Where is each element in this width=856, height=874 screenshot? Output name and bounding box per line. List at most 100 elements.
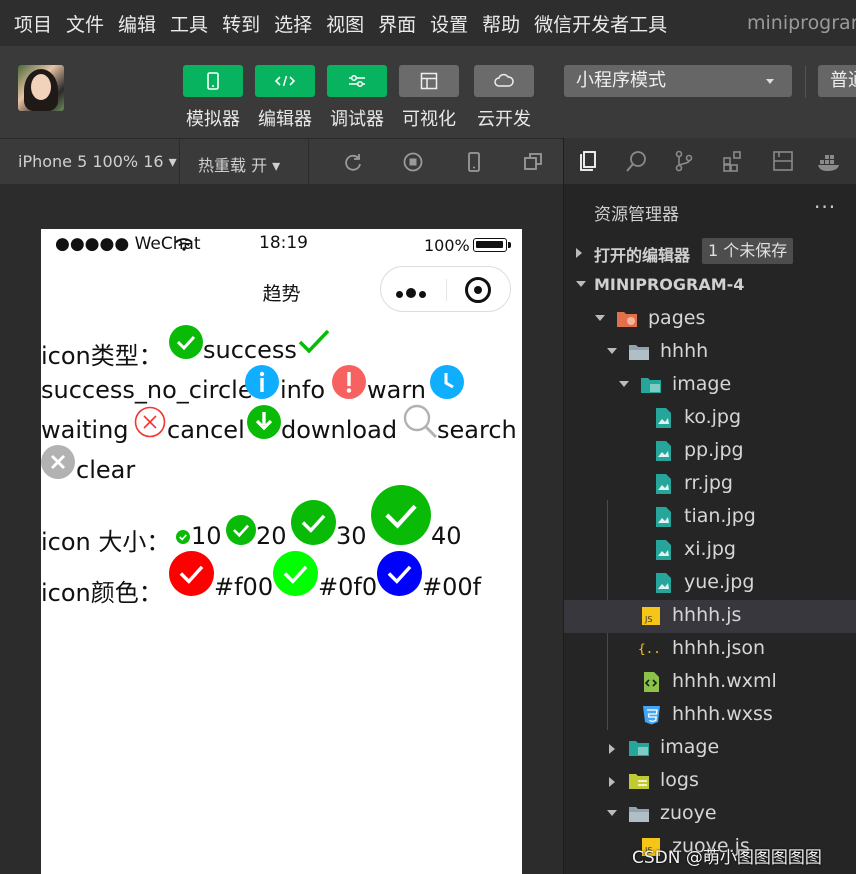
code-icon xyxy=(274,75,296,87)
toolbar-button-cloud[interactable] xyxy=(474,65,534,97)
svg-text:{..}: {..} xyxy=(638,641,660,656)
toolbar-button-debugger[interactable] xyxy=(327,65,387,97)
docker-icon[interactable] xyxy=(817,149,841,173)
status-time: 18:19 xyxy=(259,233,308,253)
devtools-window: 项目 文件 编辑 工具 转到 选择 视图 界面 设置 帮助 微信开发者工具 mi… xyxy=(0,0,856,874)
tree-item-hhhh[interactable]: hhhh xyxy=(564,336,856,369)
activity-bar xyxy=(564,138,856,184)
tree-item-ko-jpg[interactable]: ko.jpg xyxy=(564,402,856,435)
chevron-down-icon xyxy=(607,810,617,816)
toolbar-button-simulator[interactable] xyxy=(183,65,243,97)
editor-toggle[interactable]: 编辑器 xyxy=(255,65,315,131)
extensions-icon[interactable] xyxy=(721,149,745,173)
compile-select[interactable]: 普通编译 xyxy=(818,65,856,97)
json-file-icon: {..} xyxy=(638,641,660,656)
close-miniprogram-icon[interactable] xyxy=(465,277,491,303)
battery-percent: 100% xyxy=(424,236,470,255)
source-control-icon[interactable] xyxy=(672,149,696,173)
type-success: success xyxy=(203,336,297,364)
simbar-divider xyxy=(179,139,180,185)
toolbar-button-visual[interactable] xyxy=(399,65,459,97)
tree-item-xi-jpg[interactable]: xi.jpg xyxy=(564,534,856,567)
toolbar: 模拟器 编辑器 调试器 可视化 云开发 小程序模式 普 xyxy=(0,46,856,138)
toolbar-divider xyxy=(805,66,806,98)
mode-select[interactable]: 小程序模式 xyxy=(564,65,792,97)
tree-item-hhhh-wxml[interactable]: hhhh.wxml xyxy=(564,666,856,699)
toolbar-button-editor[interactable] xyxy=(255,65,315,97)
success-icon-red xyxy=(169,551,214,596)
menu-item-view[interactable]: 视图 xyxy=(326,10,364,37)
icon-color-label: icon颜色： xyxy=(41,579,163,607)
refresh-icon[interactable] xyxy=(342,151,364,173)
capsule-menu[interactable] xyxy=(380,266,511,312)
tree-item-pages[interactable]: pages xyxy=(564,303,856,336)
explorer-files-icon[interactable] xyxy=(577,149,601,173)
warn-icon xyxy=(332,365,366,399)
tree-label: ko.jpg xyxy=(684,406,742,428)
chevron-down-icon xyxy=(595,315,605,321)
success-no-circle-icon xyxy=(298,329,330,354)
simulator-label: 模拟器 xyxy=(186,109,240,130)
tree-item-yue-jpg[interactable]: yue.jpg xyxy=(564,567,856,600)
tree-label: rr.jpg xyxy=(684,472,733,494)
color-red-label: #f00 xyxy=(214,573,274,601)
menu-item-edit[interactable]: 编辑 xyxy=(118,10,156,37)
tree-item-hhhh-js[interactable]: JS hhhh.js xyxy=(564,600,856,633)
menu-item-file[interactable]: 文件 xyxy=(66,10,104,37)
menu-item-goto[interactable]: 转到 xyxy=(222,10,260,37)
svg-text:JS: JS xyxy=(644,615,652,624)
simbar-divider xyxy=(308,139,309,185)
icon-type-label: icon类型： xyxy=(41,342,163,370)
tree-item-image-root[interactable]: image xyxy=(564,732,856,765)
tree-item-zuoye[interactable]: zuoye xyxy=(564,798,856,831)
color-blue-label: #00f xyxy=(422,573,482,601)
debugger-label: 调试器 xyxy=(330,109,384,130)
tree-item-rr-jpg[interactable]: rr.jpg xyxy=(564,468,856,501)
simulator-toggle[interactable]: 模拟器 xyxy=(183,65,243,131)
detach-window-icon[interactable] xyxy=(522,151,544,173)
device-icon[interactable] xyxy=(463,151,485,173)
more-actions-icon[interactable]: ··· xyxy=(814,195,836,219)
success-icon-size-20 xyxy=(226,515,256,545)
tree-item-tian-jpg[interactable]: tian.jpg xyxy=(564,501,856,534)
explorer-title: 资源管理器 xyxy=(594,205,679,225)
menu-item-tools[interactable]: 工具 xyxy=(170,10,208,37)
menu-item-select[interactable]: 选择 xyxy=(274,10,312,37)
project-section[interactable]: MINIPROGRAM-4 xyxy=(564,269,856,302)
debugger-toggle[interactable]: 调试器 xyxy=(327,65,387,131)
device-select[interactable]: iPhone 5 100% 16 ▾ xyxy=(18,152,177,171)
tree-item-image-folder[interactable]: image xyxy=(564,369,856,402)
open-editors-section[interactable]: 打开的编辑器 1 个未保存 xyxy=(564,236,856,269)
folder-pages-icon xyxy=(617,312,637,327)
storage-icon[interactable] xyxy=(771,149,795,173)
visual-toggle[interactable]: 可视化 xyxy=(399,65,459,131)
type-clear: clear xyxy=(76,456,136,484)
tree-label: xi.jpg xyxy=(684,538,736,560)
tree-label: hhhh.json xyxy=(672,637,766,659)
tree-label: pages xyxy=(648,307,706,329)
status-bar: ●●●●● WeChat 18:19 100% xyxy=(41,229,522,259)
menu-item-project[interactable]: 项目 xyxy=(14,10,52,37)
menu-item-interface[interactable]: 界面 xyxy=(378,10,416,37)
tree-label: yue.jpg xyxy=(684,571,755,593)
tree-item-hhhh-json[interactable]: {..} hhhh.json xyxy=(564,633,856,666)
tree-item-pp-jpg[interactable]: pp.jpg xyxy=(564,435,856,468)
cloud-toggle[interactable]: 云开发 xyxy=(474,65,534,131)
tree-item-hhhh-wxss[interactable]: hhhh.wxss xyxy=(564,699,856,732)
tree-item-logs[interactable]: logs xyxy=(564,765,856,798)
search-icon xyxy=(403,404,438,439)
phone-screen: ●●●●● WeChat 18:19 100% 趋势 icon类型： succe… xyxy=(41,229,522,874)
battery-icon xyxy=(473,238,511,252)
success-icon-green xyxy=(273,551,318,596)
stop-icon[interactable] xyxy=(402,151,424,173)
compile-select-value: 普通编译 xyxy=(830,70,856,91)
menu-item-devtools[interactable]: 微信开发者工具 xyxy=(534,10,667,37)
more-icon[interactable] xyxy=(396,283,429,302)
user-avatar[interactable] xyxy=(18,65,64,111)
menu-item-help[interactable]: 帮助 xyxy=(482,10,520,37)
search-icon[interactable] xyxy=(625,149,649,173)
hot-reload-select[interactable]: 热重载 开 ▾ xyxy=(198,152,280,176)
menu-item-settings[interactable]: 设置 xyxy=(430,10,468,37)
image-file-icon xyxy=(656,540,671,560)
wifi-icon xyxy=(175,238,193,251)
